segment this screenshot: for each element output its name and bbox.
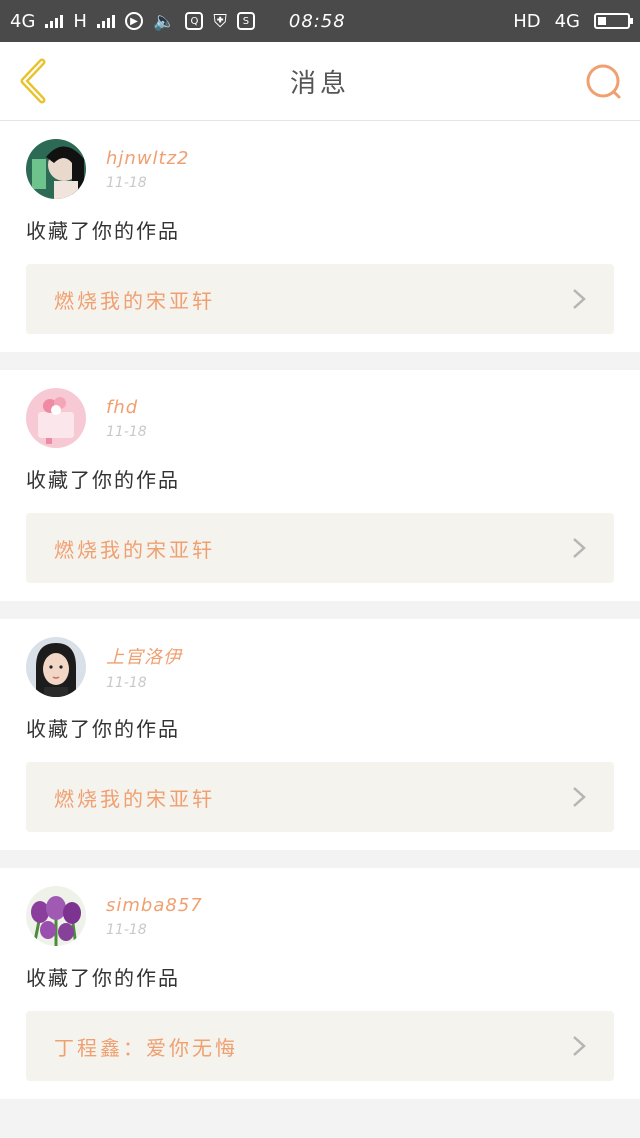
work-title: 燃烧我的宋亚轩 [54,537,215,562]
username[interactable]: 上官洛伊 [106,643,182,669]
message-card: simba857 11-18 收藏了你的作品 丁程鑫：爱你无悔 [0,868,640,1099]
action-text: 收藏了你的作品 [26,717,180,741]
work-title: 丁程鑫：爱你无悔 [54,1035,238,1060]
username[interactable]: fhd [106,397,147,418]
s-app-icon: S [236,12,255,30]
work-link[interactable]: 燃烧我的宋亚轩 [26,762,614,832]
clock: 08:58 [288,10,346,32]
work-title: 燃烧我的宋亚轩 [54,786,215,811]
message-card: fhd 11-18 收藏了你的作品 燃烧我的宋亚轩 [0,370,640,601]
play-icon: ▶ [124,12,143,30]
back-icon[interactable] [16,58,52,104]
network-h-label: H [73,10,87,32]
work-link[interactable]: 丁程鑫：爱你无悔 [26,1011,614,1081]
page-title: 消息 [289,68,350,99]
username[interactable]: simba857 [106,895,203,916]
message-date: 11-18 [106,174,147,191]
volume-icon: 🔈 [152,10,176,32]
hd-label: HD [513,10,541,32]
avatar[interactable] [26,886,86,946]
message-card: hjnwltz2 11-18 收藏了你的作品 燃烧我的宋亚轩 [0,121,640,352]
work-link[interactable]: 燃烧我的宋亚轩 [26,264,614,334]
work-title: 燃烧我的宋亚轩 [54,288,215,313]
action-text: 收藏了你的作品 [26,468,180,492]
network-4g-label: 4G [10,10,36,32]
message-list: hjnwltz2 11-18 收藏了你的作品 燃烧我的宋亚轩 fhd 11-18… [0,121,640,1099]
message-date: 11-18 [106,921,147,938]
action-text: 收藏了你的作品 [26,219,180,243]
shield-icon: ⛨ [213,10,227,32]
status-bar: 4G H ▶ 🔈 Q ⛨ S 08:58 HD 4G [0,0,640,42]
work-link[interactable]: 燃烧我的宋亚轩 [26,513,614,583]
chevron-right-icon [573,787,586,807]
signal-icon [45,14,64,28]
avatar[interactable] [26,139,86,199]
signal-icon [96,14,115,28]
top-bar: 消息 [0,42,640,121]
chevron-right-icon [573,1036,586,1056]
iqiyi-icon: Q [185,12,204,30]
avatar[interactable] [26,637,86,697]
message-date: 11-18 [106,675,147,691]
chevron-right-icon [573,289,586,309]
search-icon[interactable] [584,62,624,102]
avatar[interactable] [26,388,86,448]
username[interactable]: hjnwltz2 [106,148,190,169]
message-date: 11-18 [106,423,147,440]
battery-icon [594,13,633,29]
network-4g-label-2: 4G [554,10,580,32]
chevron-right-icon [573,538,586,558]
message-card: 上官洛伊 11-18 收藏了你的作品 燃烧我的宋亚轩 [0,619,640,850]
action-text: 收藏了你的作品 [26,966,180,990]
